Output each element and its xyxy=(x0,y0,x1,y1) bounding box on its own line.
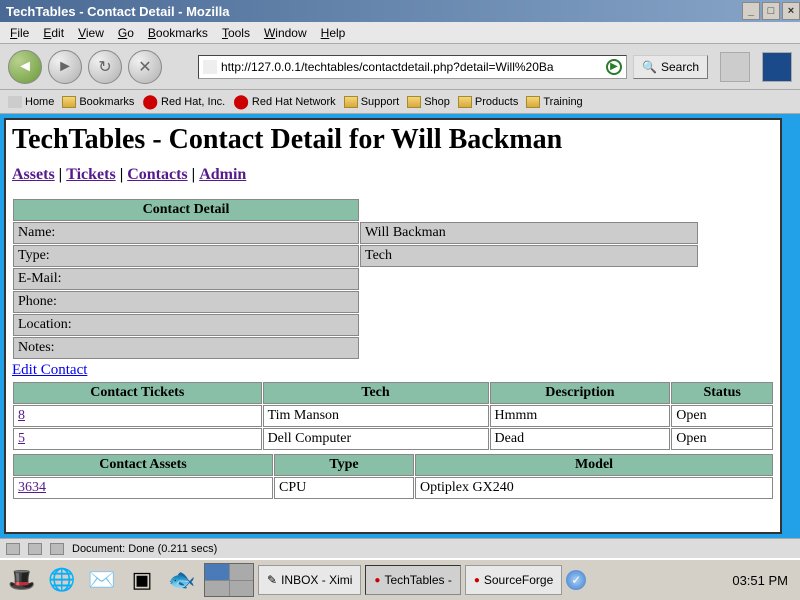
menu-help[interactable]: Help xyxy=(321,26,346,40)
table-row: 5Dell ComputerDeadOpen xyxy=(13,428,773,450)
bookmark-training[interactable]: Training xyxy=(526,96,582,108)
page-title: TechTables - Contact Detail for Will Bac… xyxy=(12,124,774,156)
start-menu-icon[interactable]: 🎩 xyxy=(4,563,40,597)
system-taskbar: 🎩 🌐 ✉️ ▣ 🐟 ✎INBOX - Ximi ●TechTables - ●… xyxy=(0,558,800,600)
table-row: Type:Tech xyxy=(13,245,698,267)
bookmark-redhat[interactable]: ⬤Red Hat, Inc. xyxy=(142,93,225,110)
folder-icon xyxy=(344,96,358,108)
print-icon[interactable] xyxy=(720,52,750,82)
maximize-button[interactable]: □ xyxy=(762,2,780,20)
table-row: Phone: xyxy=(13,291,698,313)
table-row: Notes: xyxy=(13,337,698,359)
redhat-icon: ⬤ xyxy=(142,93,158,110)
edit-contact-link[interactable]: Edit Contact xyxy=(12,362,87,378)
bookmarks-toolbar: Home Bookmarks ⬤Red Hat, Inc. ⬤Red Hat N… xyxy=(0,90,800,114)
mozilla-logo-icon xyxy=(762,52,792,82)
folder-icon xyxy=(62,96,76,108)
menu-bookmarks[interactable]: Bookmarks xyxy=(148,26,208,40)
table-row: 3634CPUOptiplex GX240 xyxy=(13,477,773,499)
assets-table: Contact Assets Type Model 3634CPUOptiple… xyxy=(12,453,774,500)
browser-launcher-icon[interactable]: 🌐 xyxy=(44,563,80,597)
terminal-launcher-icon[interactable]: ▣ xyxy=(124,563,160,597)
table-row: 8Tim MansonHmmmOpen xyxy=(13,405,773,427)
folder-icon xyxy=(526,96,540,108)
workspace-pager[interactable] xyxy=(204,563,254,597)
status-text: Document: Done (0.211 secs) xyxy=(72,543,217,555)
bookmark-rhn[interactable]: ⬤Red Hat Network xyxy=(233,93,335,110)
close-button[interactable]: × xyxy=(782,2,800,20)
taskbar-button[interactable]: ●SourceForge xyxy=(465,565,562,595)
table-row: Name:Will Backman xyxy=(13,222,698,244)
ticket-link[interactable]: 8 xyxy=(18,408,25,423)
bookmark-home[interactable]: Home xyxy=(8,96,54,108)
page-content: TechTables - Contact Detail for Will Bac… xyxy=(4,118,782,534)
security-icon xyxy=(6,543,20,555)
mail-icon[interactable] xyxy=(28,543,42,555)
system-clock[interactable]: 03:51 PM xyxy=(732,573,796,588)
nav-contacts[interactable]: Contacts xyxy=(127,166,187,183)
app-launcher-icon[interactable]: 🐟 xyxy=(164,563,200,597)
taskbar-button[interactable]: ●TechTables - xyxy=(365,565,460,595)
go-button[interactable]: ▶ xyxy=(606,59,622,75)
forward-button[interactable]: ► xyxy=(48,50,82,84)
window-titlebar: TechTables - Contact Detail - Mozilla _ … xyxy=(0,0,800,22)
menu-edit[interactable]: Edit xyxy=(43,26,64,40)
bookmark-products[interactable]: Products xyxy=(458,96,518,108)
folder-icon xyxy=(407,96,421,108)
menubar: File Edit View Go Bookmarks Tools Window… xyxy=(0,22,800,44)
minimize-button[interactable]: _ xyxy=(742,2,760,20)
browser-statusbar: Document: Done (0.211 secs) xyxy=(0,538,800,558)
search-button[interactable]: 🔍 Search xyxy=(633,55,708,79)
nav-tickets[interactable]: Tickets xyxy=(66,166,115,183)
nav-admin[interactable]: Admin xyxy=(199,166,246,183)
ticket-link[interactable]: 5 xyxy=(18,431,25,446)
page-icon xyxy=(50,543,64,555)
page-nav: Assets | Tickets | Contacts | Admin xyxy=(12,166,774,184)
menu-go[interactable]: Go xyxy=(118,26,134,40)
bookmark-shop[interactable]: Shop xyxy=(407,96,450,108)
back-button[interactable]: ◄ xyxy=(8,50,42,84)
menu-file[interactable]: File xyxy=(10,26,29,40)
mail-launcher-icon[interactable]: ✉️ xyxy=(84,563,120,597)
tray-update-icon[interactable]: ✓ xyxy=(566,570,586,590)
menu-view[interactable]: View xyxy=(78,26,104,40)
detail-header: Contact Detail xyxy=(13,199,359,221)
menu-window[interactable]: Window xyxy=(264,26,307,40)
menu-tools[interactable]: Tools xyxy=(222,26,250,40)
contact-detail-table: Contact Detail Name:Will Backman Type:Te… xyxy=(12,198,699,360)
taskbar-button[interactable]: ✎INBOX - Ximi xyxy=(258,565,361,595)
home-icon xyxy=(8,96,22,108)
stop-button[interactable]: ✕ xyxy=(128,50,162,84)
tickets-table: Contact Tickets Tech Description Status … xyxy=(12,381,774,451)
bookmark-support[interactable]: Support xyxy=(344,96,400,108)
url-bar[interactable]: ▶ xyxy=(198,55,627,79)
asset-link[interactable]: 3634 xyxy=(18,480,46,495)
table-row: E-Mail: xyxy=(13,268,698,290)
reload-button[interactable]: ↻ xyxy=(88,50,122,84)
folder-icon xyxy=(458,96,472,108)
navigation-toolbar: ◄ ► ↻ ✕ ▶ 🔍 Search xyxy=(0,44,800,90)
url-input[interactable] xyxy=(221,60,606,74)
table-row: Location: xyxy=(13,314,698,336)
browser-viewport: TechTables - Contact Detail for Will Bac… xyxy=(0,114,800,538)
window-title: TechTables - Contact Detail - Mozilla xyxy=(6,4,229,19)
redhat-icon: ⬤ xyxy=(233,93,249,110)
favicon-icon xyxy=(203,60,217,74)
nav-assets[interactable]: Assets xyxy=(12,166,55,183)
bookmark-bookmarks[interactable]: Bookmarks xyxy=(62,96,134,108)
